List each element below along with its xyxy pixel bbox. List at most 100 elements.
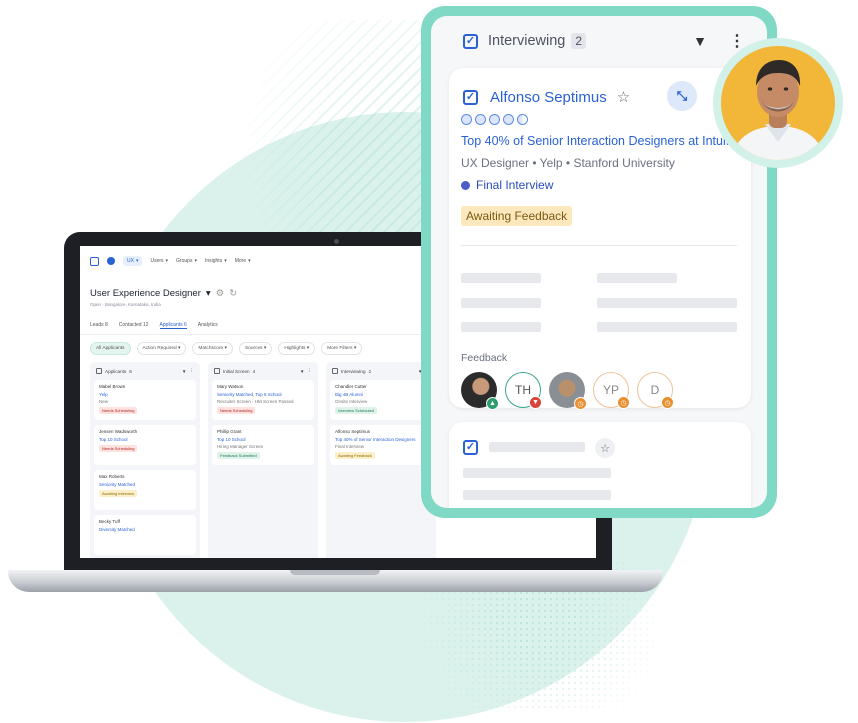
job-subtitle: Open · Bangalore, Karnataka, India <box>90 302 161 307</box>
skeleton-line <box>461 298 541 308</box>
more-icon[interactable]: ⋮ <box>189 368 194 374</box>
pipeline-column: Applicants 6 ▼ ⋮ Mabel Brown Yelp New Need… <box>90 362 200 558</box>
clock-icon: ◷ <box>661 396 674 409</box>
filter-chip[interactable]: Highlights ▾ <box>278 342 316 355</box>
nav-item[interactable]: Groups ▾ <box>176 258 197 264</box>
skeleton-line <box>597 273 677 283</box>
column-header: Initial Screen 4 ▼ ⋮ <box>214 368 312 374</box>
skeleton-line <box>461 322 541 332</box>
filter-chip[interactable]: Matchscore ▾ <box>192 342 233 355</box>
skeleton-line <box>463 490 611 500</box>
clock-icon: ◷ <box>617 396 630 409</box>
person-illustration <box>731 60 825 160</box>
nav-item[interactable]: Insights ▾ <box>205 258 227 264</box>
skeleton-line <box>461 273 541 283</box>
thumbs-down-icon: ▼ <box>529 396 542 409</box>
rating-dot <box>503 114 514 125</box>
filter-icon[interactable]: ▼ <box>182 369 187 374</box>
select-all-checkbox[interactable]: ✓ <box>463 33 478 49</box>
laptop-notch <box>290 570 380 575</box>
status-badge: Interview Scheduled <box>335 407 378 414</box>
candidate-card[interactable]: Max Roberts Seniority Matched Awaiting I… <box>94 470 196 510</box>
column-header: ✓ Interviewing 2 ▼ ⋮ <box>431 16 767 66</box>
filter-chip[interactable]: Sources ▾ <box>238 342 273 355</box>
rating-dot <box>461 114 472 125</box>
tab-leads[interactable]: Leads 8 <box>90 322 108 329</box>
chevron-down-icon[interactable]: ▾ <box>206 288 211 299</box>
reviewer-avatar[interactable]: D ◷ <box>637 372 674 409</box>
settings-icon[interactable]: ⚙ <box>216 288 225 299</box>
star-icon[interactable]: ☆ <box>617 88 630 106</box>
reviewer-avatar[interactable]: ▲ <box>461 372 499 410</box>
status-badge: Awaiting Feedback <box>335 452 375 459</box>
nav-item[interactable]: More ▾ <box>235 258 251 264</box>
divider <box>461 245 737 246</box>
interview-stage: Final Interview <box>461 178 553 192</box>
pipeline-column: Initial Screen 4 ▼ ⋮ Mary Watson Seniority… <box>208 362 318 558</box>
match-rating <box>461 114 528 125</box>
candidate-card-placeholder[interactable]: ✓ ☆ <box>449 422 751 508</box>
thumbs-up-icon: ▲ <box>486 397 499 410</box>
candidate-card[interactable]: Jensen Wadsworth Top 10 School Needs Sch… <box>94 425 196 465</box>
filter-icon[interactable]: ▼ <box>300 369 305 374</box>
candidate-card[interactable]: Mary Watson Seniority Matched, Top 5 Sch… <box>212 380 314 420</box>
candidate-card[interactable]: ✓ Alfonso Septimus ☆ ⤡ Top 40% of Senior… <box>449 68 751 410</box>
candidate-name[interactable]: Alfonso Septimus <box>490 89 607 106</box>
filter-chip[interactable]: Action Required ▾ <box>136 342 187 355</box>
candidate-checkbox[interactable]: ✓ <box>463 440 478 455</box>
skeleton-line <box>597 322 737 332</box>
pipeline-column: Interviewing2 ▼⋮ Chandler Cutter Big 4B … <box>326 362 436 558</box>
candidate-card[interactable]: Phillip Grant Top 10 School Hiring Manag… <box>212 425 314 465</box>
reviewer-avatar[interactable]: YP ◷ <box>593 372 630 409</box>
status-badge: Needs Scheduling <box>217 407 256 414</box>
tab-analytics[interactable]: Analytics <box>198 322 218 329</box>
candidate-card[interactable]: Alfonso Septimus Top 40% of Senior Inter… <box>330 425 432 465</box>
rating-dot <box>475 114 486 125</box>
candidate-portrait <box>713 38 843 168</box>
tab-applicants[interactable]: Applicants 6 <box>159 322 187 329</box>
filter-chip[interactable]: All Applicants <box>90 342 131 355</box>
candidate-card[interactable]: Becky Tuff Diversity Matched <box>94 515 196 555</box>
nav-item[interactable]: Users ▾ <box>150 258 168 264</box>
nav-item[interactable]: UX ▾ <box>123 256 143 266</box>
candidate-card[interactable]: Mabel Brown Yelp New Needs Scheduling <box>94 380 196 420</box>
status-badge: Needs Scheduling <box>99 407 138 414</box>
feedback-label: Feedback <box>461 352 508 364</box>
skeleton-line <box>489 442 585 452</box>
job-tabs: Leads 8 Contacted 12 Applicants 6 Analyt… <box>90 322 218 329</box>
filter-chip[interactable]: More Filters ▾ <box>321 342 363 355</box>
select-checkbox[interactable] <box>332 368 338 374</box>
pipeline-board: Applicants 6 ▼ ⋮ Mabel Brown Yelp New Need… <box>90 362 436 558</box>
app-logo-icon[interactable] <box>90 256 99 266</box>
refresh-icon[interactable]: ↻ <box>229 288 237 299</box>
stage-dot-icon <box>461 180 470 190</box>
more-icon[interactable]: ⋮ <box>307 368 312 374</box>
collapse-icon[interactable]: ⤡ <box>667 81 697 111</box>
rating-dot-half <box>517 114 528 125</box>
rating-dot <box>489 114 500 125</box>
candidate-checkbox[interactable]: ✓ <box>463 89 478 105</box>
candidate-meta: UX Designer • Yelp • Stanford University <box>461 156 675 170</box>
candidate-photo <box>721 46 835 160</box>
candidate-card[interactable]: Chandler Cutter Big 4B Alumni Onsite Int… <box>330 380 432 420</box>
filter-icon[interactable]: ▼ <box>693 33 707 49</box>
column-header: Interviewing2 ▼⋮ <box>332 368 430 374</box>
job-title: User Experience Designer ▾ ⚙ ↻ <box>90 288 238 299</box>
filter-bar: All Applicants Action Required ▾ Matchsc… <box>90 342 363 355</box>
candidate-highlight: Top 40% of Senior Interaction Designers … <box>461 134 730 148</box>
column-header: Applicants 6 ▼ ⋮ <box>96 368 194 374</box>
star-icon[interactable]: ☆ <box>595 438 615 458</box>
feedback-avatars: ▲ TH ▼ ◷ YP ◷ D ◷ <box>461 372 674 410</box>
skeleton-line <box>597 298 737 308</box>
column-title: Interviewing <box>488 33 566 49</box>
account-icon[interactable] <box>107 257 115 265</box>
column-count-badge: 2 <box>571 33 587 49</box>
reviewer-avatar[interactable]: ◷ <box>549 372 587 410</box>
reviewer-avatar[interactable]: TH ▼ <box>505 372 542 409</box>
skeleton-line <box>463 468 611 478</box>
select-checkbox[interactable] <box>214 368 220 374</box>
tab-contacted[interactable]: Contacted 12 <box>119 322 149 329</box>
status-badge: Needs Scheduling <box>99 445 138 452</box>
select-checkbox[interactable] <box>96 368 102 374</box>
clock-icon: ◷ <box>574 397 587 410</box>
